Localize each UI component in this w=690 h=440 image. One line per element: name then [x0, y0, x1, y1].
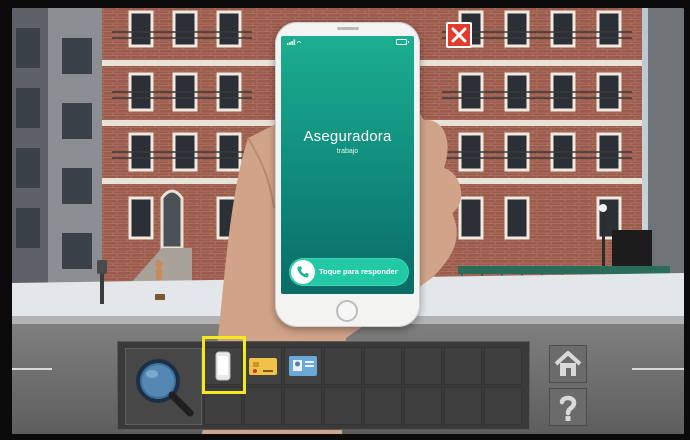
home-icon [554, 351, 582, 376]
inventory-slot-id-card[interactable] [284, 347, 322, 385]
inventory-slot[interactable] [364, 347, 402, 385]
credit-card-icon [249, 358, 277, 375]
inventory-slot-phone[interactable] [204, 347, 242, 385]
phone-body: Aseguradora trabajo Toque para responder [275, 22, 420, 327]
home-button[interactable] [549, 345, 587, 383]
phone-earpiece [337, 27, 359, 30]
inventory-slot-credit-card[interactable] [244, 347, 282, 385]
inventory-slot[interactable] [404, 387, 442, 425]
smartphone: Aseguradora trabajo Toque para responder [275, 22, 420, 327]
close-button[interactable] [446, 22, 472, 48]
help-icon [559, 395, 577, 421]
inventory-slot[interactable] [444, 347, 482, 385]
game-stage: Aseguradora trabajo Toque para responder [0, 0, 690, 440]
magnifier-icon [136, 359, 194, 417]
inventory-slot[interactable] [204, 387, 242, 425]
help-button[interactable] [549, 388, 587, 426]
answer-label: Toque para responder [319, 267, 398, 276]
caller-name: Aseguradora [303, 128, 392, 145]
signal-icon [287, 39, 301, 45]
phone-home-button[interactable] [336, 300, 358, 322]
inspect-button[interactable] [125, 348, 202, 425]
id-card-icon [289, 356, 317, 376]
battery-icon [396, 39, 409, 45]
inventory-slot[interactable] [284, 387, 322, 425]
status-bar [281, 36, 414, 48]
inventory-slot[interactable] [364, 387, 402, 425]
answer-circle [291, 260, 315, 284]
inventory-bar [117, 341, 530, 430]
inventory-slot[interactable] [484, 347, 522, 385]
inventory-slot[interactable] [404, 347, 442, 385]
inventory-slot[interactable] [324, 387, 362, 425]
caller-label: trabajo [336, 148, 359, 155]
close-icon [451, 27, 467, 43]
inventory-slot[interactable] [484, 387, 522, 425]
incoming-call-screen: Aseguradora trabajo Toque para responder [281, 36, 414, 294]
inventory-slot[interactable] [244, 387, 282, 425]
inventory-slot[interactable] [324, 347, 362, 385]
inventory-slots [204, 347, 528, 427]
phone-icon [215, 351, 231, 381]
inventory-slot[interactable] [444, 387, 482, 425]
answer-call-button[interactable]: Toque para responder [289, 258, 409, 286]
phone-handset-icon [297, 266, 309, 278]
